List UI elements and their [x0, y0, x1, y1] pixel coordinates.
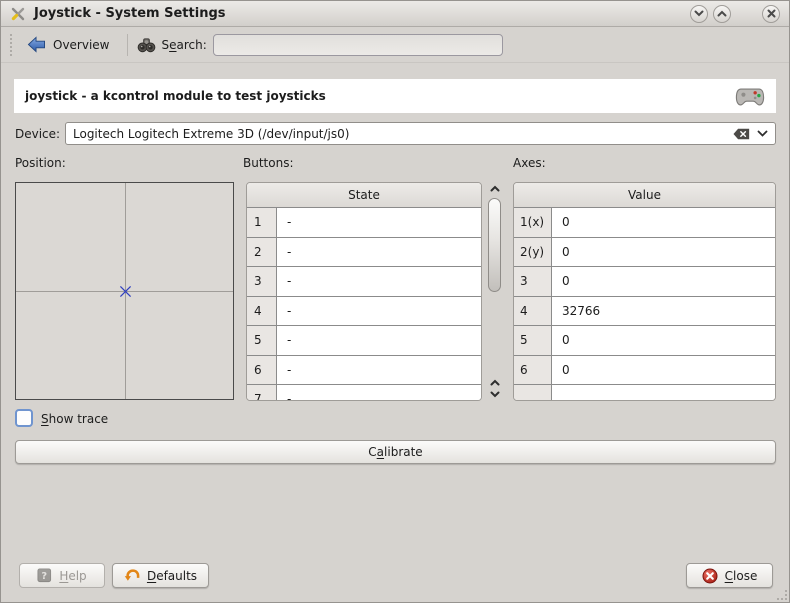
table-row[interactable]: 5- [247, 326, 481, 356]
row-value [552, 385, 775, 401]
minimize-button[interactable] [690, 5, 708, 23]
search-input[interactable] [213, 34, 503, 56]
axes-table-header[interactable]: Value [514, 183, 775, 208]
close-button[interactable]: Close [686, 563, 773, 588]
binoculars-icon [137, 35, 156, 54]
window-title: Joystick - System Settings [34, 6, 226, 21]
buttons-scrollbar[interactable] [486, 182, 504, 401]
axes-table: Value 1(x)02(y)0304327665060 [513, 182, 776, 401]
position-pad [15, 182, 234, 400]
toolbar-separator [127, 34, 128, 56]
row-number: 6 [247, 356, 277, 385]
axes-label: Axes: [513, 156, 546, 170]
table-row[interactable]: 3- [247, 267, 481, 297]
row-value: - [277, 238, 481, 267]
row-number: 6 [514, 356, 552, 385]
buttons-label: Buttons: [243, 156, 294, 170]
row-value: 0 [552, 356, 775, 385]
row-number: 3 [247, 267, 277, 296]
chevron-down-icon[interactable] [757, 130, 768, 137]
red-circle-x-icon [702, 568, 718, 584]
table-row[interactable]: 1- [247, 208, 481, 238]
device-combobox[interactable]: Logitech Logitech Extreme 3D (/dev/input… [65, 122, 776, 145]
position-label: Position: [15, 156, 66, 170]
buttons-table: State 1-2-3-4-5-6-7- [246, 182, 482, 401]
gamepad-icon [735, 86, 765, 107]
table-row[interactable]: 4- [247, 297, 481, 327]
row-value: 0 [552, 326, 775, 355]
table-row[interactable]: 2(y)0 [514, 238, 775, 268]
row-number: 4 [247, 297, 277, 326]
row-number: 5 [247, 326, 277, 355]
help-button[interactable]: ? Help [19, 563, 105, 588]
question-mark-icon: ? [37, 568, 52, 583]
row-value: 0 [552, 208, 775, 237]
table-row[interactable]: 1(x)0 [514, 208, 775, 238]
toolbar: Overview Search: [1, 27, 789, 63]
row-value: 0 [552, 267, 775, 296]
overview-button[interactable]: Overview [19, 32, 118, 57]
clear-backspace-icon[interactable] [733, 128, 750, 140]
close-label: Close [725, 569, 758, 583]
scroll-down-icon[interactable] [486, 388, 504, 401]
table-row[interactable]: 50 [514, 326, 775, 356]
resize-grip[interactable] [777, 590, 787, 600]
position-marker-icon [119, 285, 132, 298]
row-value: - [277, 297, 481, 326]
titlebar[interactable]: Joystick - System Settings [1, 1, 789, 27]
close-x-icon [767, 9, 776, 18]
row-number: 4 [514, 297, 552, 326]
buttons-table-body: 1-2-3-4-5-6-7- [247, 208, 481, 401]
row-number: 2 [247, 238, 277, 267]
show-trace-label[interactable]: Show trace [41, 412, 108, 426]
table-row[interactable]: 60 [514, 356, 775, 386]
chevron-up-icon [717, 10, 727, 17]
system-settings-window: Joystick - System Settings [0, 0, 790, 603]
back-arrow-icon [27, 36, 46, 53]
axes-table-body: 1(x)02(y)0304327665060 [514, 208, 775, 401]
chevron-down-icon [694, 10, 704, 17]
table-row[interactable]: 6- [247, 356, 481, 386]
row-number: 1 [247, 208, 277, 237]
scroll-up-icon[interactable] [486, 182, 504, 195]
crossed-tools-icon [10, 6, 26, 22]
row-value: - [277, 326, 481, 355]
row-value: - [277, 267, 481, 296]
row-number: 1(x) [514, 208, 552, 237]
window-close-button[interactable] [762, 5, 780, 23]
module-header: joystick - a kcontrol module to test joy… [14, 79, 776, 113]
table-row[interactable]: 432766 [514, 297, 775, 327]
row-number: 7 [247, 385, 277, 401]
row-value: - [277, 385, 481, 401]
row-number: 5 [514, 326, 552, 355]
buttons-table-header[interactable]: State [247, 183, 481, 208]
row-number: 2(y) [514, 238, 552, 267]
module-title: joystick - a kcontrol module to test joy… [25, 89, 326, 103]
overview-label: Overview [53, 38, 110, 52]
row-number: 3 [514, 267, 552, 296]
undo-arrow-icon [124, 568, 140, 583]
row-value: - [277, 208, 481, 237]
device-label: Device: [15, 127, 60, 141]
calibrate-label: Calibrate [368, 445, 422, 459]
calibrate-button[interactable]: Calibrate [15, 440, 776, 464]
show-trace-checkbox[interactable] [15, 409, 33, 427]
row-value: 32766 [552, 297, 775, 326]
search-label: Search: [162, 38, 207, 52]
row-number [514, 385, 552, 401]
table-row[interactable]: 30 [514, 267, 775, 297]
row-value: - [277, 356, 481, 385]
device-combobox-value: Logitech Logitech Extreme 3D (/dev/input… [73, 127, 726, 141]
defaults-button[interactable]: Defaults [112, 563, 209, 588]
toolbar-drag-handle[interactable] [10, 34, 14, 56]
defaults-label: Defaults [147, 569, 197, 583]
table-row[interactable] [514, 385, 775, 401]
row-value: 0 [552, 238, 775, 267]
maximize-button[interactable] [713, 5, 731, 23]
help-label: Help [59, 569, 86, 583]
svg-text:?: ? [42, 571, 48, 582]
scrollbar-thumb[interactable] [488, 198, 501, 292]
table-row[interactable]: 2- [247, 238, 481, 268]
table-row[interactable]: 7- [247, 385, 481, 401]
